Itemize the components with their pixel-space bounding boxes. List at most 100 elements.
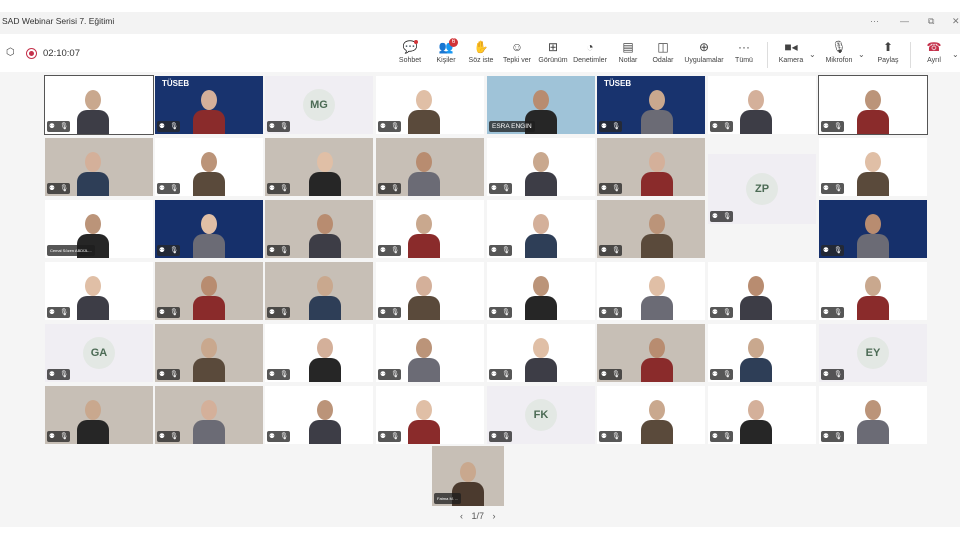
participant-video-tile[interactable]: ⚉ 🎙 [819, 200, 927, 258]
participant-video-tile[interactable]: ⚉ 🎙 [597, 200, 705, 258]
participant-video-tile[interactable]: ⚉ 🎙 [597, 324, 705, 382]
participant-video-tile[interactable]: ⚉ 🎙 [819, 386, 927, 444]
participant-video-tile[interactable]: TÜSEB ⚉ 🎙 [597, 76, 705, 134]
participant-video-tile[interactable]: ⚉ 🎙 [265, 386, 373, 444]
participant-video-tile[interactable]: ⚉ 🎙 [45, 386, 153, 444]
mic-options-chevron-icon[interactable]: ⌄ [858, 50, 865, 59]
participant-tile-ga[interactable]: GA ⚉ 🎙 [45, 324, 153, 382]
participant-video-tile[interactable]: ⚉ 🎙 [597, 138, 705, 196]
participant-video-tile[interactable]: ⚉ 🎙 [818, 75, 928, 135]
more-options-icon[interactable]: ··· [870, 16, 879, 26]
rooms-button[interactable]: ◫ Odalar [650, 40, 676, 64]
participant-video-tile[interactable]: ⚉ 🎙 [155, 324, 263, 382]
maximize-button[interactable]: ⧉ [928, 16, 934, 27]
participant-video-tile[interactable]: ESRA ENGIN [487, 76, 595, 134]
share-button[interactable]: ⬆ Paylaş [874, 40, 902, 64]
microphone-button[interactable]: 🎙 Mikrofon [822, 40, 856, 64]
participant-tile-fk[interactable]: FK ⚉ 🎙 [487, 386, 595, 444]
mic-muted-icon: 🎙 [390, 371, 400, 378]
people-button[interactable]: 6 👥 Kişiler [432, 38, 460, 64]
chat-button[interactable]: 💬 Sohbet [396, 40, 424, 64]
participant-video-tile[interactable]: ⚉ 🎙 [45, 138, 153, 196]
participant-video-tile[interactable]: ⚉ 🎙 [487, 324, 595, 382]
video-off-icon: ⚉ [601, 433, 607, 440]
video-off-icon: ⚉ [712, 433, 718, 440]
raise-hand-button[interactable]: ✋ Söz iste [467, 40, 495, 64]
participant-tile-mg[interactable]: MG ⚉ 🎙 [265, 76, 373, 134]
controls-button[interactable]: ◔ Denetimler [572, 40, 608, 64]
chat-label: Sohbet [398, 57, 422, 64]
participant-tile-ey[interactable]: EY ⚉ 🎙 [819, 324, 927, 382]
participant-video [855, 264, 891, 320]
tile-controls: ⚉ 🎙 [710, 307, 734, 318]
camera-options-chevron-icon[interactable]: ⌄ [809, 50, 816, 59]
video-off-icon: ⚉ [491, 309, 497, 316]
mic-muted-icon: 🎙 [611, 123, 621, 130]
participant-video-tile[interactable]: ⚉ 🎙 [155, 386, 263, 444]
participant-video-tile[interactable]: ⚉ 🎙 [708, 262, 816, 320]
tile-controls: ⚉ 🎙 [47, 183, 71, 194]
participant-video-tile[interactable]: ⚉ 🎙 [155, 138, 263, 196]
leave-button[interactable]: ☎ Ayrıl [920, 40, 948, 64]
participant-video-tile[interactable]: ⚉ 🎙 [819, 262, 927, 320]
view-button[interactable]: ⊞ Görünüm [537, 40, 569, 64]
participant-video-tile[interactable]: ⚉ 🎙 [265, 324, 373, 382]
mic-muted-icon: 🎙 [59, 185, 69, 192]
leave-options-chevron-icon[interactable]: ⌄ [952, 50, 959, 59]
participant-video-tile[interactable]: ⚉ 🎙 [376, 386, 484, 444]
participant-video-tile[interactable]: ⚉ 🎙 [155, 262, 263, 320]
react-label: Tepki ver [502, 57, 531, 64]
participant-video-tile[interactable]: ⚉ 🎙 [376, 76, 484, 134]
video-off-icon: ⚉ [49, 309, 55, 316]
participant-video-tile[interactable]: ⚉ 🎙 [155, 200, 263, 258]
more-button[interactable]: ··· Tümü [732, 40, 756, 64]
next-page-button[interactable]: › [493, 511, 496, 521]
video-off-icon: ⚉ [491, 247, 497, 254]
participant-video [855, 78, 891, 134]
mic-muted-icon: 🎙 [722, 123, 732, 130]
minimize-button[interactable]: — [900, 16, 909, 26]
apps-button[interactable]: ⊕ Uygulamalar [684, 40, 724, 64]
participant-video-tile[interactable]: ⚉ 🎙 [265, 138, 373, 196]
mic-muted-icon: 🎙 [833, 433, 843, 440]
participant-video-tile[interactable]: ⚉ 🎙 [265, 200, 373, 258]
tile-controls: ⚉ 🎙 [47, 431, 71, 442]
participant-video-tile[interactable]: ⚉ 🎙 [487, 262, 595, 320]
notes-button[interactable]: ▤ Notlar [615, 40, 641, 64]
mic-muted-icon: 🎙 [169, 123, 179, 130]
participant-video-tile[interactable]: ⚉ 🎙 [708, 76, 816, 134]
recording-icon [26, 48, 37, 59]
participant-video-tile[interactable]: Fatma M. ... [432, 446, 504, 506]
participant-tile-zp[interactable]: ZP ⚉ 🎙 [708, 154, 816, 224]
participant-video-tile[interactable]: ⚉ 🎙 [819, 138, 927, 196]
participant-video-tile[interactable]: ⚉ 🎙 [376, 262, 484, 320]
participant-video-tile[interactable]: ⚉ 🎙 [44, 75, 154, 135]
close-button[interactable]: ✕ [952, 16, 960, 27]
participant-video-tile[interactable]: ⚉ 🎙 [487, 200, 595, 258]
previous-page-button[interactable]: ‹ [460, 511, 463, 521]
participant-video-tile[interactable]: ⚉ 🎙 [376, 138, 484, 196]
participant-video-tile[interactable]: ⚉ 🎙 [597, 262, 705, 320]
participant-video-tile[interactable]: ⚉ 🎙 [45, 262, 153, 320]
mic-muted-icon: 🎙 [59, 309, 69, 316]
react-button[interactable]: ☺ Tepki ver [501, 40, 533, 64]
video-off-icon: ⚉ [269, 185, 275, 192]
video-off-icon: ⚉ [380, 371, 386, 378]
initials-avatar: EY [857, 337, 889, 369]
participant-video-tile[interactable]: ⚉ 🎙 [597, 386, 705, 444]
participant-video-tile[interactable]: ⚉ 🎙 [376, 200, 484, 258]
video-off-icon: ⚉ [823, 185, 829, 192]
video-off-icon: ⚉ [159, 123, 165, 130]
tile-controls: ⚉ 🎙 [378, 369, 402, 380]
page-indicator: 1/7 [471, 511, 485, 521]
participant-video-tile[interactable]: ⚉ 🎙 [265, 262, 373, 320]
camera-button[interactable]: ■◂ Kamera [776, 40, 806, 64]
participant-video-tile[interactable]: TÜSEB ⚉ 🎙 [155, 76, 263, 134]
participant-video-tile[interactable]: ⚉ 🎙 [376, 324, 484, 382]
tile-controls: ⚉ 🎙 [378, 307, 402, 318]
participant-video-tile[interactable]: ⚉ 🎙 [487, 138, 595, 196]
participant-video-tile[interactable]: ⚉ 🎙 [708, 324, 816, 382]
participant-video [307, 202, 343, 258]
participant-video-tile[interactable]: ⚉ 🎙 [708, 386, 816, 444]
participant-video-tile[interactable]: Cemal Sözen ABDÜL... [45, 200, 153, 258]
